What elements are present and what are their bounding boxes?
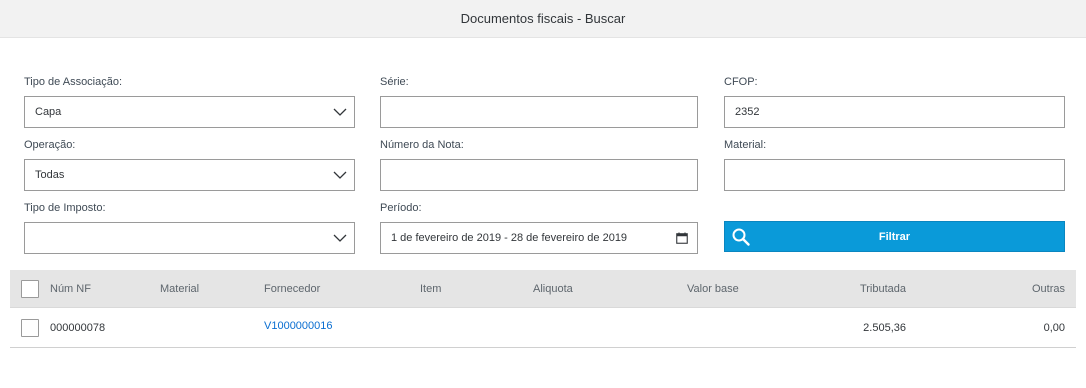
calendar-icon[interactable] [667,223,697,253]
material-label: Material: [724,139,767,151]
serie-input[interactable] [380,96,698,128]
filter-button[interactable]: Filtrar [724,221,1065,252]
cfop-label: CFOP: [724,76,758,88]
tipo-associacao-value: Capa [35,106,62,118]
column-header-fornecedor[interactable]: Fornecedor [264,270,320,307]
page-header: Documentos fiscais - Buscar [0,0,1086,38]
tipo-associacao-select[interactable]: Capa [24,96,355,128]
column-header-tributada[interactable]: Tributada [806,270,906,307]
column-header-num-nf[interactable]: Núm NF [50,270,91,307]
cell-fornecedor-link[interactable]: V1000000016 [264,306,333,345]
column-header-outras[interactable]: Outras [964,270,1065,307]
cfop-input[interactable]: 2352 [724,96,1065,128]
cell-tributada: 2.505,36 [863,321,906,334]
column-header-aliquota[interactable]: Aliquota [533,270,573,307]
page-title: Documentos fiscais - Buscar [460,11,626,26]
periodo-value: 1 de fevereiro de 2019 - 28 de fevereiro… [391,232,628,244]
column-header-valor-base[interactable]: Valor base [687,270,739,307]
chevron-down-icon[interactable] [326,160,354,190]
chevron-down-icon[interactable] [326,223,354,253]
tipo-imposto-label: Tipo de Imposto: [24,202,106,214]
table-row[interactable]: 000000078 V1000000016 2.505,36 0,00 [10,308,1076,348]
periodo-date-range-input[interactable]: 1 de fevereiro de 2019 - 28 de fevereiro… [380,222,698,254]
tipo-imposto-select[interactable] [24,222,355,254]
filter-button-label: Filtrar [878,230,911,243]
search-icon [731,227,751,247]
numero-nota-input[interactable] [380,159,698,191]
serie-label: Série: [380,76,409,88]
table-header: Núm NF Material Fornecedor Item Aliquota… [10,270,1076,308]
cell-num-nf: 000000078 [50,321,106,334]
row-checkbox[interactable] [21,319,39,337]
operacao-value: Todas [35,169,65,181]
periodo-label: Período: [380,202,422,214]
chevron-down-icon[interactable] [326,97,354,127]
operacao-select[interactable]: Todas [24,159,355,191]
column-header-item[interactable]: Item [420,270,441,307]
cfop-value: 2352 [735,106,760,118]
results-table: Núm NF Material Fornecedor Item Aliquota… [10,270,1076,348]
select-all-checkbox[interactable] [21,280,39,298]
numero-nota-label: Número da Nota: [380,139,464,151]
operacao-label: Operação: [24,139,76,151]
material-input[interactable] [724,159,1065,191]
cell-outras: 0,00 [1043,321,1065,334]
tipo-associacao-label: Tipo de Associação: [24,76,123,88]
column-header-material[interactable]: Material [160,270,199,307]
